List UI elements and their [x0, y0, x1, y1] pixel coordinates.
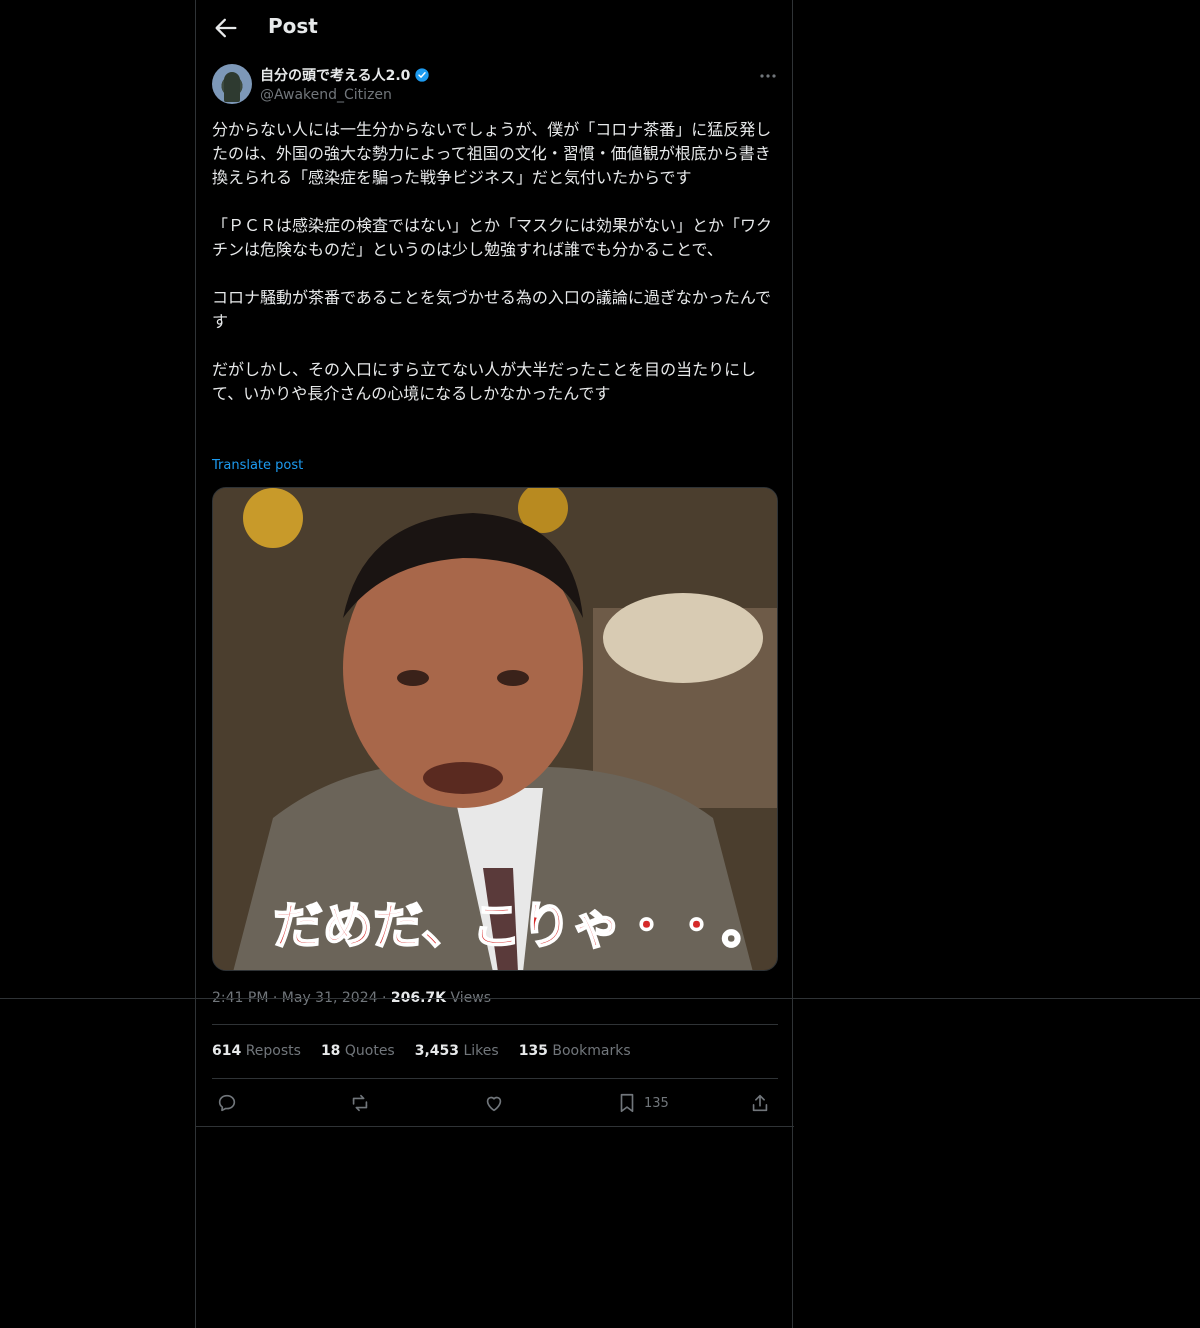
bookmark-icon	[620, 1093, 634, 1113]
post-column: Post 自分の頭で考える人2.0 @Awakend_Citizen 分からない…	[195, 0, 794, 1328]
bookmark-button[interactable]: 135	[616, 1090, 669, 1116]
reply-icon	[218, 1094, 236, 1112]
author-handle[interactable]: @Awakend_Citizen	[260, 87, 392, 103]
verified-badge-icon	[415, 68, 430, 82]
reply-button[interactable]	[216, 1090, 238, 1116]
post-image-illustration: だめだ、こりゃ・・。	[213, 488, 777, 970]
post-paragraph-2: 「ＰＣＲは感染症の検査ではない」とか「マスクには効果がない」とか「ワクチンは危険…	[212, 216, 773, 259]
post-paragraph-4: だがしかし、その入口にすら立てない人が大半だったことを目の当たりにして、いかりや…	[212, 360, 757, 403]
post-paragraph-3: コロナ騒動が茶番であることを気づかせる為の入口の議論に過ぎなかったんです	[212, 288, 772, 331]
post-paragraph-1: 分からない人には一生分からないでしょうが、僕が「コロナ茶番」に猛反発したのは、外…	[212, 120, 772, 187]
author-name-text[interactable]: 自分の頭で考える人2.0	[260, 65, 410, 85]
action-bar: 135	[212, 1090, 778, 1118]
divider	[196, 1126, 794, 1127]
share-icon	[752, 1094, 768, 1112]
bookmarks-stat[interactable]: 135 Bookmarks	[519, 1043, 631, 1059]
repost-button[interactable]	[349, 1090, 371, 1116]
divider	[212, 1024, 778, 1025]
bookmark-count: 135	[644, 1095, 669, 1111]
post-image[interactable]: だめだ、こりゃ・・。	[212, 487, 778, 971]
page-title: Post	[268, 14, 318, 38]
post-stats: 614 Reposts 18 Quotes 3,453 Likes 135 Bo…	[212, 1043, 631, 1059]
more-icon[interactable]	[758, 66, 778, 86]
reposts-stat[interactable]: 614 Reposts	[212, 1043, 301, 1059]
back-arrow-icon[interactable]	[212, 14, 240, 42]
share-button[interactable]	[749, 1090, 771, 1116]
like-icon	[486, 1096, 502, 1112]
media-caption: だめだ、こりゃ・・。	[273, 896, 772, 955]
translate-post-link[interactable]: Translate post	[212, 458, 303, 473]
quotes-stat[interactable]: 18 Quotes	[321, 1043, 395, 1059]
repost-icon	[352, 1094, 368, 1112]
like-button[interactable]	[483, 1090, 505, 1116]
divider	[212, 1078, 778, 1079]
header: Post	[196, 0, 794, 56]
post-text: 分からない人には一生分からないでしょうが、僕が「コロナ茶番」に猛反発したのは、外…	[212, 118, 778, 406]
avatar[interactable]	[212, 64, 252, 104]
likes-stat[interactable]: 3,453 Likes	[415, 1043, 499, 1059]
author-name[interactable]: 自分の頭で考える人2.0	[260, 65, 430, 85]
overlay-guide-line	[0, 998, 1200, 999]
